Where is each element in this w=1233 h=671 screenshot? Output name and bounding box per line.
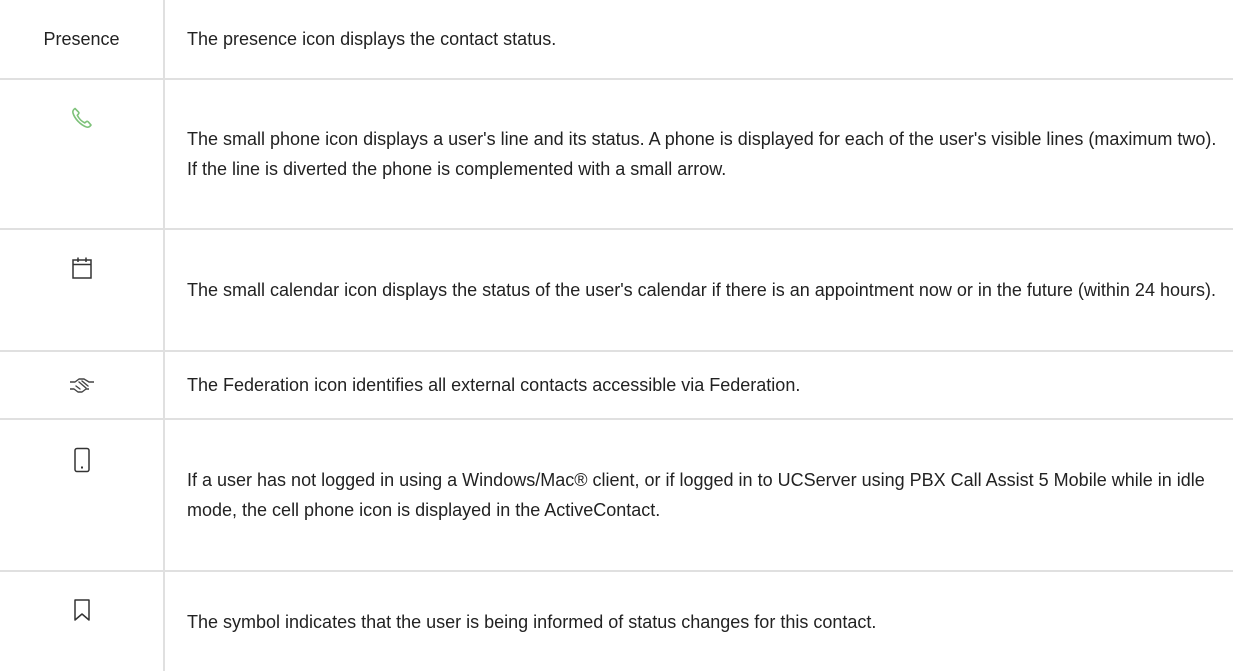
table-row: Presence The presence icon displays the … bbox=[0, 0, 1233, 80]
federation-handshake-icon bbox=[69, 375, 95, 395]
table-row: The Federation icon identifies all exter… bbox=[0, 351, 1233, 420]
icon-cell bbox=[0, 229, 165, 352]
calendar-icon bbox=[71, 257, 93, 279]
icon-cell bbox=[0, 351, 165, 420]
bookmark-icon bbox=[72, 599, 92, 621]
table-row: The small calendar icon displays the sta… bbox=[0, 229, 1233, 352]
description-cell: If a user has not logged in using a Wind… bbox=[164, 419, 1233, 572]
cell-phone-icon bbox=[73, 448, 91, 473]
table-row: If a user has not logged in using a Wind… bbox=[0, 419, 1233, 572]
description-cell: The small phone icon displays a user's l… bbox=[164, 79, 1233, 230]
phone-icon bbox=[70, 107, 94, 129]
icon-cell bbox=[0, 571, 165, 671]
table-row: The small phone icon displays a user's l… bbox=[0, 79, 1233, 230]
description-cell: The Federation icon identifies all exter… bbox=[164, 351, 1233, 420]
icon-cell bbox=[0, 79, 165, 230]
description-cell: The symbol indicates that the user is be… bbox=[187, 611, 877, 632]
table-row: The symbol indicates that the user is be… bbox=[0, 571, 1233, 671]
presence-label: Presence bbox=[43, 29, 120, 49]
description-cell: The small calendar icon displays the sta… bbox=[164, 229, 1233, 352]
icon-cell bbox=[0, 419, 165, 572]
icon-cell: Presence bbox=[0, 0, 165, 80]
icon-legend-table: Presence The presence icon displays the … bbox=[0, 0, 1233, 671]
description-cell: The presence icon displays the contact s… bbox=[164, 0, 1233, 80]
